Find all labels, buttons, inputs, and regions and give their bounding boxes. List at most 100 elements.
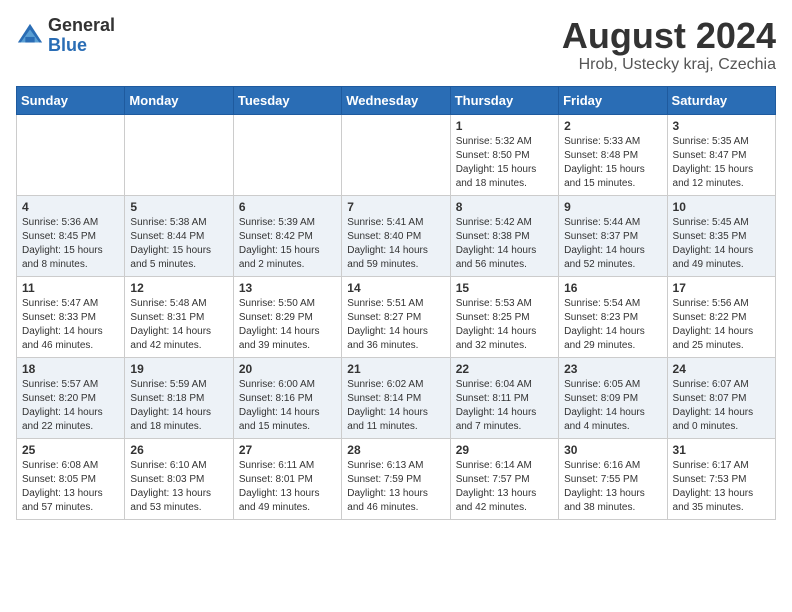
calendar-cell bbox=[342, 114, 450, 195]
day-info: Sunrise: 6:04 AM Sunset: 8:11 PM Dayligh… bbox=[456, 378, 553, 434]
day-info: Sunrise: 6:16 AM Sunset: 7:55 PM Dayligh… bbox=[564, 459, 661, 515]
calendar-cell: 2 Sunrise: 5:33 AM Sunset: 8:48 PM Daylig… bbox=[559, 114, 667, 195]
day-number: 2 bbox=[564, 119, 661, 133]
day-number: 25 bbox=[22, 443, 119, 457]
day-info: Sunrise: 6:02 AM Sunset: 8:14 PM Dayligh… bbox=[347, 378, 444, 434]
day-number: 9 bbox=[564, 200, 661, 214]
week-row-1: 1 Sunrise: 5:32 AM Sunset: 8:50 PM Daylig… bbox=[17, 114, 776, 195]
day-number: 21 bbox=[347, 362, 444, 376]
day-info: Sunrise: 5:57 AM Sunset: 8:20 PM Dayligh… bbox=[22, 378, 119, 434]
day-number: 19 bbox=[130, 362, 227, 376]
day-info: Sunrise: 5:35 AM Sunset: 8:47 PM Dayligh… bbox=[673, 135, 770, 191]
calendar-cell bbox=[233, 114, 341, 195]
day-number: 22 bbox=[456, 362, 553, 376]
calendar-cell: 28Sunrise: 6:13 AM Sunset: 7:59 PM Dayli… bbox=[342, 438, 450, 519]
calendar-table: SundayMondayTuesdayWednesdayThursdayFrid… bbox=[16, 86, 776, 520]
day-info: Sunrise: 5:44 AM Sunset: 8:37 PM Dayligh… bbox=[564, 216, 661, 272]
day-header-saturday: Saturday bbox=[667, 86, 775, 114]
day-info: Sunrise: 5:59 AM Sunset: 8:18 PM Dayligh… bbox=[130, 378, 227, 434]
day-info: Sunrise: 5:36 AM Sunset: 8:45 PM Dayligh… bbox=[22, 216, 119, 272]
day-info: Sunrise: 5:51 AM Sunset: 8:27 PM Dayligh… bbox=[347, 297, 444, 353]
logo-general-text: General bbox=[48, 15, 115, 35]
calendar-cell bbox=[125, 114, 233, 195]
week-row-4: 18 Sunrise: 5:57 AM Sunset: 8:20 PM Dayli… bbox=[17, 357, 776, 438]
day-number: 13 bbox=[239, 281, 336, 295]
day-number: 6 bbox=[239, 200, 336, 214]
calendar-cell: 6Sunrise: 5:39 AM Sunset: 8:42 PM Daylig… bbox=[233, 195, 341, 276]
calendar-cell: 22 Sunrise: 6:04 AM Sunset: 8:11 PM Dayli… bbox=[450, 357, 558, 438]
calendar-cell: 3 Sunrise: 5:35 AM Sunset: 8:47 PM Daylig… bbox=[667, 114, 775, 195]
day-number: 29 bbox=[456, 443, 553, 457]
day-number: 18 bbox=[22, 362, 119, 376]
day-number: 4 bbox=[22, 200, 119, 214]
day-info: Sunrise: 5:50 AM Sunset: 8:29 PM Dayligh… bbox=[239, 297, 336, 353]
day-number: 24 bbox=[673, 362, 770, 376]
week-row-2: 4 Sunrise: 5:36 AM Sunset: 8:45 PM Daylig… bbox=[17, 195, 776, 276]
day-header-wednesday: Wednesday bbox=[342, 86, 450, 114]
calendar-cell: 26 Sunrise: 6:10 AM Sunset: 8:03 PM Dayli… bbox=[125, 438, 233, 519]
calendar-cell: 31 Sunrise: 6:17 AM Sunset: 7:53 PM Dayli… bbox=[667, 438, 775, 519]
day-header-monday: Monday bbox=[125, 86, 233, 114]
calendar-cell: 24 Sunrise: 6:07 AM Sunset: 8:07 PM Dayli… bbox=[667, 357, 775, 438]
day-info: Sunrise: 5:41 AM Sunset: 8:40 PM Dayligh… bbox=[347, 216, 444, 272]
day-number: 17 bbox=[673, 281, 770, 295]
day-info: Sunrise: 6:00 AM Sunset: 8:16 PM Dayligh… bbox=[239, 378, 336, 434]
day-number: 1 bbox=[456, 119, 553, 133]
calendar-cell: 14 Sunrise: 5:51 AM Sunset: 8:27 PM Dayli… bbox=[342, 276, 450, 357]
day-info: Sunrise: 5:56 AM Sunset: 8:22 PM Dayligh… bbox=[673, 297, 770, 353]
calendar-cell: 8Sunrise: 5:42 AM Sunset: 8:38 PM Daylig… bbox=[450, 195, 558, 276]
calendar-cell: 10 Sunrise: 5:45 AM Sunset: 8:35 PM Dayli… bbox=[667, 195, 775, 276]
logo-text: General Blue bbox=[48, 16, 115, 56]
day-info: Sunrise: 5:53 AM Sunset: 8:25 PM Dayligh… bbox=[456, 297, 553, 353]
day-info: Sunrise: 6:08 AM Sunset: 8:05 PM Dayligh… bbox=[22, 459, 119, 515]
week-row-5: 25 Sunrise: 6:08 AM Sunset: 8:05 PM Dayli… bbox=[17, 438, 776, 519]
day-number: 31 bbox=[673, 443, 770, 457]
calendar-cell: 17 Sunrise: 5:56 AM Sunset: 8:22 PM Dayli… bbox=[667, 276, 775, 357]
day-number: 14 bbox=[347, 281, 444, 295]
calendar-cell bbox=[17, 114, 125, 195]
day-header-thursday: Thursday bbox=[450, 86, 558, 114]
header-row: SundayMondayTuesdayWednesdayThursdayFrid… bbox=[17, 86, 776, 114]
calendar-cell: 4 Sunrise: 5:36 AM Sunset: 8:45 PM Daylig… bbox=[17, 195, 125, 276]
calendar-cell: 7Sunrise: 5:41 AM Sunset: 8:40 PM Daylig… bbox=[342, 195, 450, 276]
day-header-friday: Friday bbox=[559, 86, 667, 114]
calendar-subtitle: Hrob, Ustecky kraj, Czechia bbox=[562, 56, 776, 74]
day-number: 26 bbox=[130, 443, 227, 457]
day-info: Sunrise: 6:05 AM Sunset: 8:09 PM Dayligh… bbox=[564, 378, 661, 434]
calendar-cell: 11Sunrise: 5:47 AM Sunset: 8:33 PM Dayli… bbox=[17, 276, 125, 357]
calendar-cell: 20Sunrise: 6:00 AM Sunset: 8:16 PM Dayli… bbox=[233, 357, 341, 438]
calendar-cell: 1 Sunrise: 5:32 AM Sunset: 8:50 PM Daylig… bbox=[450, 114, 558, 195]
calendar-cell: 30 Sunrise: 6:16 AM Sunset: 7:55 PM Dayli… bbox=[559, 438, 667, 519]
day-info: Sunrise: 5:45 AM Sunset: 8:35 PM Dayligh… bbox=[673, 216, 770, 272]
day-number: 10 bbox=[673, 200, 770, 214]
day-number: 30 bbox=[564, 443, 661, 457]
day-number: 12 bbox=[130, 281, 227, 295]
calendar-cell: 9 Sunrise: 5:44 AM Sunset: 8:37 PM Daylig… bbox=[559, 195, 667, 276]
day-info: Sunrise: 6:10 AM Sunset: 8:03 PM Dayligh… bbox=[130, 459, 227, 515]
day-info: Sunrise: 5:33 AM Sunset: 8:48 PM Dayligh… bbox=[564, 135, 661, 191]
calendar-cell: 12 Sunrise: 5:48 AM Sunset: 8:31 PM Dayli… bbox=[125, 276, 233, 357]
title-block: August 2024 Hrob, Ustecky kraj, Czechia bbox=[562, 16, 776, 74]
day-info: Sunrise: 6:11 AM Sunset: 8:01 PM Dayligh… bbox=[239, 459, 336, 515]
day-info: Sunrise: 5:48 AM Sunset: 8:31 PM Dayligh… bbox=[130, 297, 227, 353]
day-info: Sunrise: 5:54 AM Sunset: 8:23 PM Dayligh… bbox=[564, 297, 661, 353]
day-info: Sunrise: 6:13 AM Sunset: 7:59 PM Dayligh… bbox=[347, 459, 444, 515]
calendar-cell: 15 Sunrise: 5:53 AM Sunset: 8:25 PM Dayli… bbox=[450, 276, 558, 357]
logo-blue-text: Blue bbox=[48, 35, 87, 55]
page-header: General Blue August 2024 Hrob, Ustecky k… bbox=[16, 16, 776, 74]
day-number: 23 bbox=[564, 362, 661, 376]
calendar-cell: 25 Sunrise: 6:08 AM Sunset: 8:05 PM Dayli… bbox=[17, 438, 125, 519]
day-number: 11 bbox=[22, 281, 119, 295]
day-info: Sunrise: 6:07 AM Sunset: 8:07 PM Dayligh… bbox=[673, 378, 770, 434]
day-number: 3 bbox=[673, 119, 770, 133]
day-info: Sunrise: 5:32 AM Sunset: 8:50 PM Dayligh… bbox=[456, 135, 553, 191]
calendar-cell: 13 Sunrise: 5:50 AM Sunset: 8:29 PM Dayli… bbox=[233, 276, 341, 357]
day-info: Sunrise: 6:17 AM Sunset: 7:53 PM Dayligh… bbox=[673, 459, 770, 515]
day-header-tuesday: Tuesday bbox=[233, 86, 341, 114]
week-row-3: 11Sunrise: 5:47 AM Sunset: 8:33 PM Dayli… bbox=[17, 276, 776, 357]
day-number: 16 bbox=[564, 281, 661, 295]
day-number: 8 bbox=[456, 200, 553, 214]
day-number: 15 bbox=[456, 281, 553, 295]
logo-icon bbox=[16, 22, 44, 50]
calendar-cell: 19 Sunrise: 5:59 AM Sunset: 8:18 PM Dayli… bbox=[125, 357, 233, 438]
